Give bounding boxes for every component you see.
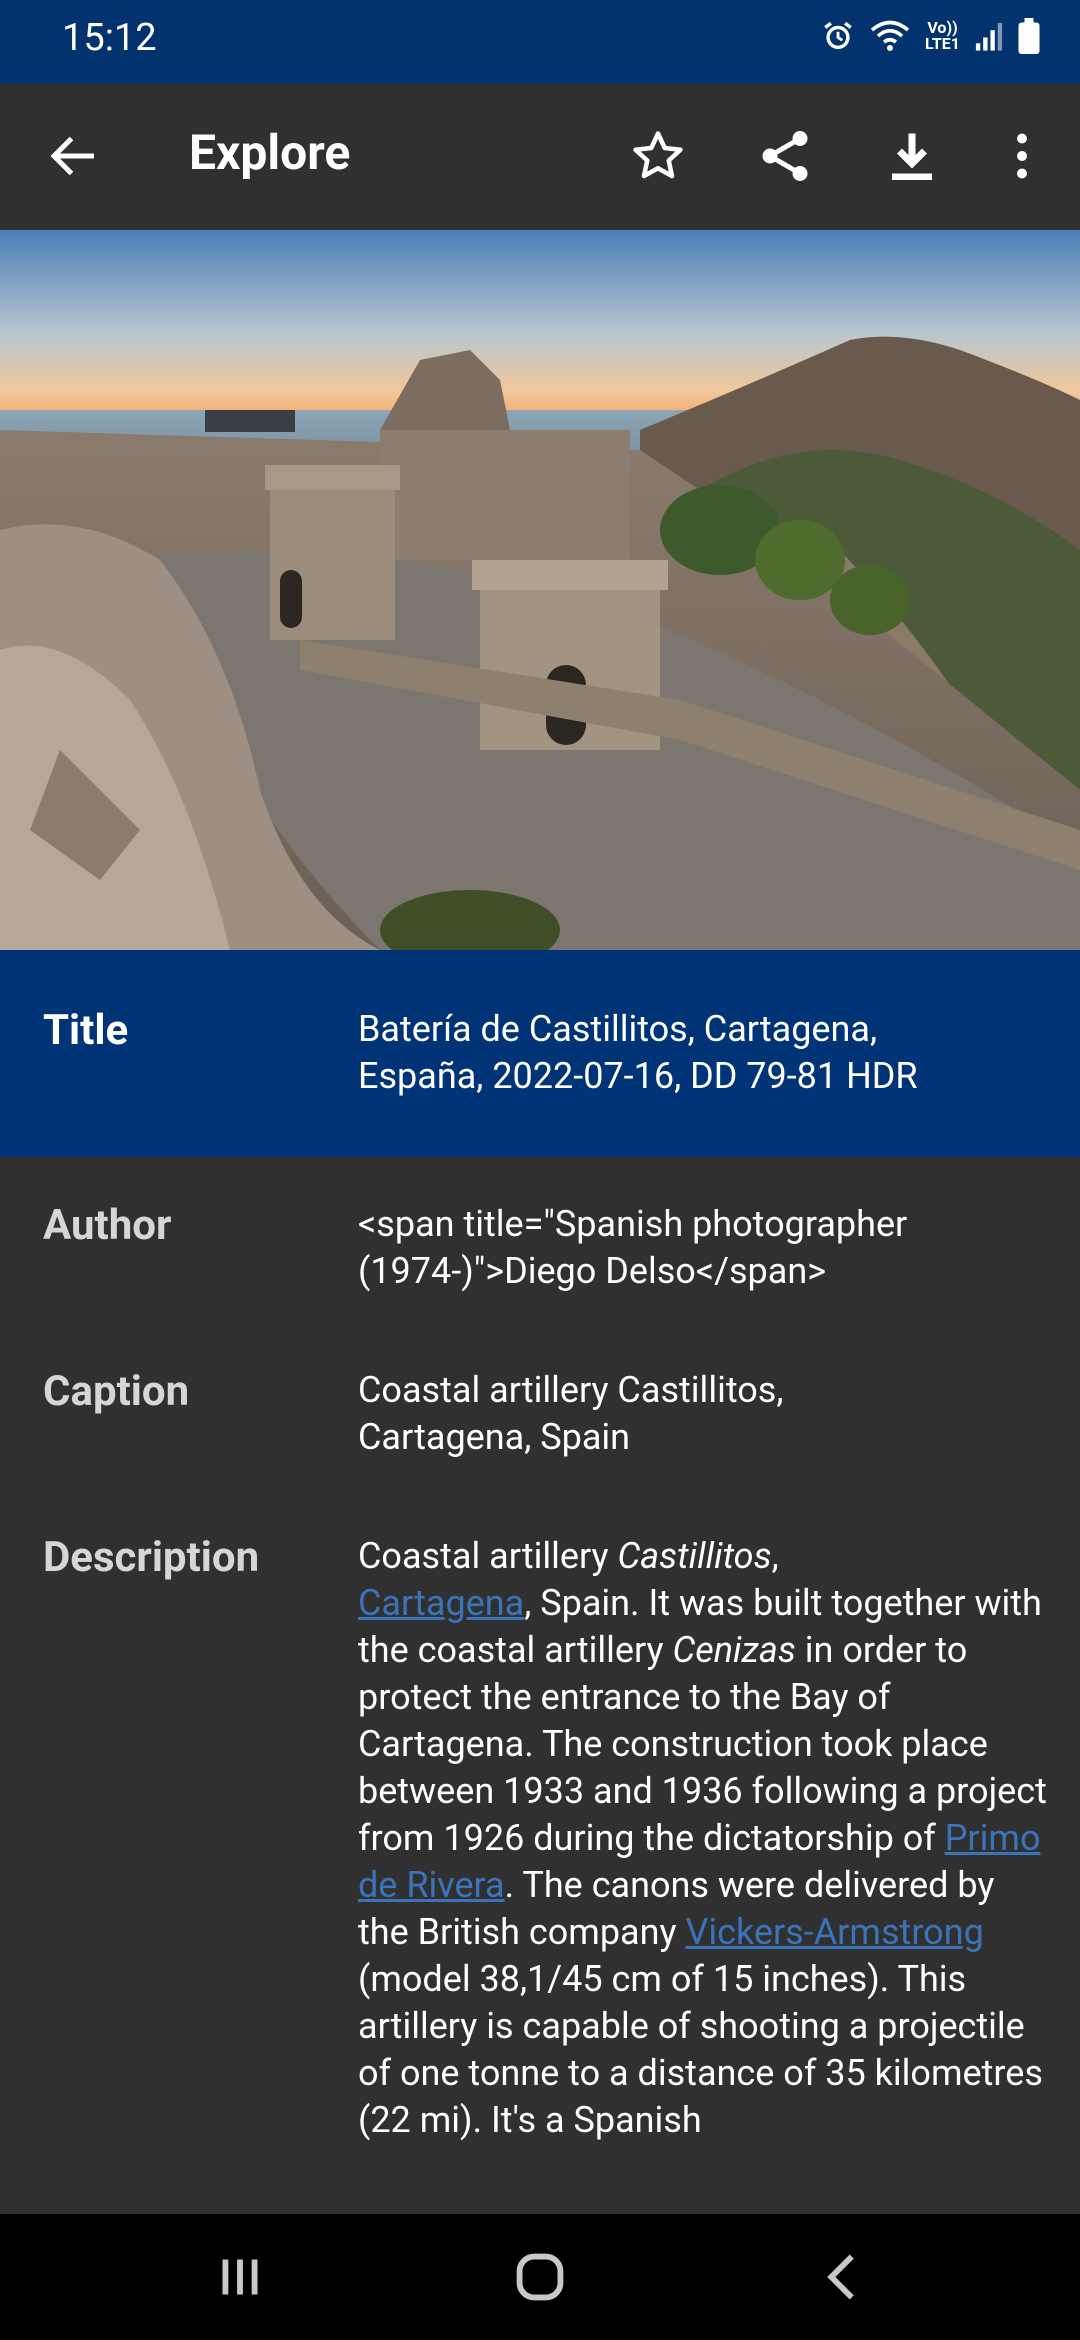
signal-icon	[975, 22, 1003, 51]
app-bar: Explore	[0, 84, 1080, 230]
download-icon[interactable]	[882, 126, 942, 186]
caption-value: Coastal artillery Castillitos, Cartagena…	[358, 1369, 784, 1458]
more-vert-icon[interactable]	[992, 126, 1052, 186]
title-label: Title	[43, 1006, 129, 1055]
network-type: Vo)) LTE1	[925, 18, 960, 53]
author-label: Author	[43, 1201, 172, 1250]
caption-row: Caption Coastal artillery Castillitos, C…	[0, 1323, 1080, 1489]
share-icon[interactable]	[755, 126, 815, 186]
caption-label: Caption	[43, 1367, 190, 1416]
status-icons: Vo)) LTE1	[821, 18, 1040, 54]
star-icon[interactable]	[628, 126, 688, 186]
title-value: Batería de Castillitos, Cartagena, Españ…	[358, 1008, 918, 1097]
wifi-icon	[870, 20, 910, 51]
link-vickers-armstrong[interactable]: Vickers-Armstrong	[685, 1911, 983, 1953]
back-nav-icon[interactable]	[808, 2242, 878, 2312]
recent-apps-icon[interactable]	[205, 2242, 275, 2312]
link-cartagena[interactable]: Cartagena	[358, 1582, 524, 1624]
description-row: Description Coastal artillery Castillito…	[0, 1489, 1080, 2289]
home-icon[interactable]	[505, 2242, 575, 2312]
battery-icon	[1018, 18, 1040, 54]
alarm-icon	[824, 21, 852, 50]
status-time: 15:12	[62, 16, 157, 60]
back-arrow-icon[interactable]	[44, 126, 104, 186]
description-label: Description	[43, 1533, 260, 1582]
description-text: Coastal artillery Castillitos, Cartagena,…	[358, 1535, 1047, 2141]
title-row: Title Batería de Castillitos, Cartagena,…	[0, 950, 1080, 1157]
details-list: Title Batería de Castillitos, Cartagena,…	[0, 950, 1080, 2289]
author-value: <span title="Spanish photographer (1974-…	[358, 1203, 908, 1292]
hero-image[interactable]	[0, 230, 1080, 950]
page-title: Explore	[189, 124, 351, 181]
system-nav-bar	[0, 2214, 1080, 2340]
status-bar: 15:12 Vo)) LTE1	[0, 0, 1080, 84]
author-row: Author <span title="Spanish photographer…	[0, 1157, 1080, 1323]
